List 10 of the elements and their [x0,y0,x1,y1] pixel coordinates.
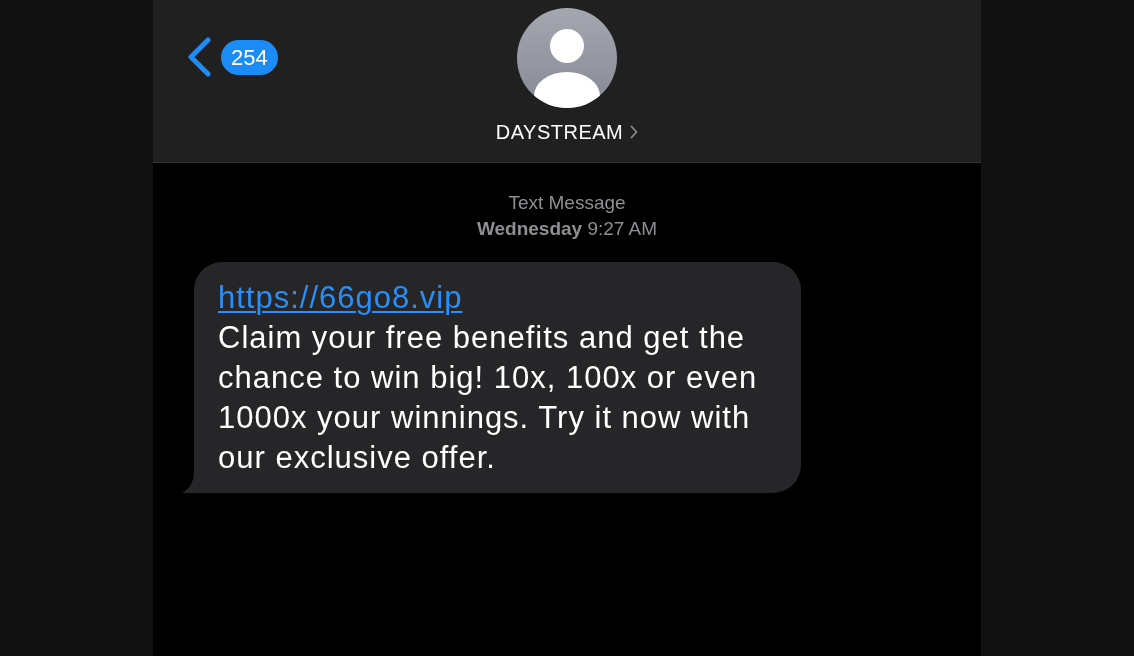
message-text: Claim your free benefits and get the chance to win big! 10x, 100x or even 1000x your winnings. Try it now with our exclusive offer. [218,319,759,477]
contact-name-button[interactable]: DAYSTREAM [495,119,639,145]
unread-count-badge: 254 [221,39,278,75]
back-button[interactable]: 254 [186,37,278,77]
avatar-icon [517,8,617,108]
message-link[interactable]: https://66go8.vip [218,278,463,318]
message-timestamp: Wednesday 9:27 AM [476,217,658,241]
chevron-left-icon [186,37,212,77]
chevron-right-icon [630,125,639,139]
service-label: Text Message [508,191,626,215]
